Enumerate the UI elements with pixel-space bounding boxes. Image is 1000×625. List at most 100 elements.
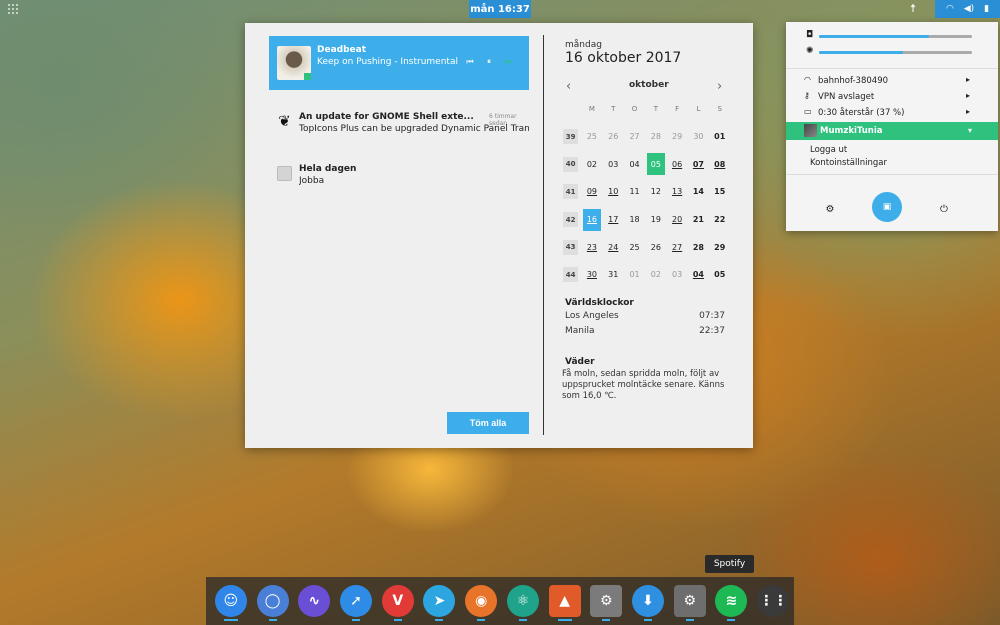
calendar-day[interactable]: 06: [666, 150, 687, 178]
dock-item[interactable]: ➚: [335, 577, 377, 625]
running-indicator: [223, 619, 238, 621]
battery-icon: ▭: [804, 107, 812, 116]
calendar-day[interactable]: 24: [603, 233, 624, 261]
lock-button[interactable]: ▣: [872, 192, 902, 222]
account-settings-item[interactable]: Kontoinställningar: [810, 158, 887, 168]
previous-track-icon[interactable]: ⏮: [464, 57, 476, 67]
day-header: M: [588, 104, 595, 113]
battery-menu-item[interactable]: ▭ 0:30 återstår (37 %) ▸: [804, 107, 988, 121]
world-clock-time: 07:37: [699, 311, 725, 321]
calendar-day[interactable]: 04: [624, 150, 645, 178]
logout-item[interactable]: Logga ut: [810, 145, 847, 155]
avatar: [804, 124, 817, 137]
calendar-day[interactable]: 11: [624, 178, 645, 206]
wifi-menu-item[interactable]: ◠ bahnhof-380490 ▸: [804, 75, 988, 89]
gimp-icon: ▲: [548, 585, 581, 617]
calendar-day[interactable]: 18: [624, 206, 645, 234]
calendar-day[interactable]: 20: [666, 206, 687, 234]
event-title: Hela dagen: [299, 164, 357, 174]
dock: ☺ ◯ ∿ ➚ V ➤ ◉ ⚛ ▲ ⚙ ⬇ ⚙ ≋ ⋮⋮: [206, 577, 794, 625]
player-artist: Deadbeat: [317, 45, 367, 55]
dock-item[interactable]: ▲: [544, 577, 586, 625]
calendar-day[interactable]: 21: [688, 206, 709, 234]
calendar-day[interactable]: 01: [624, 261, 645, 289]
activities-grid-icon[interactable]: [8, 4, 18, 14]
power-off-icon[interactable]: ⏻: [937, 204, 951, 215]
dock-item[interactable]: ◉: [460, 577, 502, 625]
calendar-month: oktober: [629, 80, 669, 90]
calendar-day[interactable]: 26: [645, 233, 666, 261]
system-status-area[interactable]: ◠ ◀) ▮: [935, 0, 1000, 18]
volume-slider[interactable]: ◘: [806, 30, 991, 42]
calendar-day[interactable]: 22: [709, 206, 730, 234]
user-menu-item[interactable]: MumzkiTunia ▾: [786, 122, 998, 140]
calendar-day[interactable]: 28: [645, 123, 666, 151]
calendar-day[interactable]: 29: [709, 233, 730, 261]
panel-divider: [543, 35, 544, 435]
calendar-day-today[interactable]: 05: [645, 150, 666, 178]
dock-item[interactable]: ⬇: [627, 577, 669, 625]
dock-item[interactable]: ≋: [711, 577, 753, 625]
calendar-day[interactable]: 15: [709, 178, 730, 206]
calendar-day[interactable]: 25: [581, 123, 602, 151]
system-menu: ◘ ✺ ◠ bahnhof-380490 ▸ ⚷ VPN avslaget ▸ …: [786, 22, 998, 231]
settings-gear-icon[interactable]: ⚙: [823, 204, 837, 215]
calendar-day[interactable]: 30: [581, 261, 602, 289]
dock-item[interactable]: ☺: [210, 577, 252, 625]
top-bar: mån 16:37 ☨ ◠ ◀) ▮: [0, 0, 1000, 18]
calendar-day[interactable]: 13: [666, 178, 687, 206]
calendar-day[interactable]: 27: [666, 233, 687, 261]
pause-icon[interactable]: ⏸: [483, 57, 495, 67]
calendar-day[interactable]: 23: [581, 233, 602, 261]
calendar-day-selected[interactable]: 16: [581, 206, 602, 234]
dock-item[interactable]: V: [377, 577, 419, 625]
next-track-icon[interactable]: ⏭: [502, 57, 514, 67]
calendar-day[interactable]: 03: [603, 150, 624, 178]
calendar-day[interactable]: 12: [645, 178, 666, 206]
calendar-day[interactable]: 05: [709, 261, 730, 289]
world-clocks-title[interactable]: Världsklockor: [565, 298, 634, 308]
vpn-menu-item[interactable]: ⚷ VPN avslaget ▸: [804, 91, 988, 105]
calendar-day[interactable]: 10: [603, 178, 624, 206]
chevron-right-icon: ▸: [965, 107, 970, 116]
calendar-day[interactable]: 29: [666, 123, 687, 151]
calendar-day[interactable]: 02: [581, 150, 602, 178]
calendar-day[interactable]: 07: [688, 150, 709, 178]
calendar-day[interactable]: 26: [603, 123, 624, 151]
calendar-event-icon: [277, 166, 292, 181]
running-indicator: [268, 619, 277, 621]
dock-item[interactable]: ⋮⋮: [752, 577, 794, 625]
dock-item[interactable]: ⚙: [669, 577, 711, 625]
dock-tooltip: Spotify: [705, 555, 754, 573]
calendar-day[interactable]: 19: [645, 206, 666, 234]
dock-item[interactable]: ⚙: [585, 577, 627, 625]
media-player-notification[interactable]: Deadbeat Keep on Pushing - Instrumental …: [269, 36, 529, 90]
dock-item[interactable]: ➤: [419, 577, 461, 625]
calendar-day[interactable]: 31: [603, 261, 624, 289]
calendar-day[interactable]: 25: [624, 233, 645, 261]
brightness-slider[interactable]: ✺: [806, 46, 991, 58]
weather-description: Få moln, sedan spridda moln, följt av up…: [562, 369, 725, 401]
lock-icon: ▣: [882, 202, 892, 212]
weather-title[interactable]: Väder: [565, 357, 595, 367]
dock-item[interactable]: ∿: [293, 577, 335, 625]
day-header: L: [696, 104, 701, 113]
calendar-day[interactable]: 01: [709, 123, 730, 151]
calendar-day[interactable]: 03: [666, 261, 687, 289]
dock-item[interactable]: ⚛: [502, 577, 544, 625]
clear-all-button[interactable]: Töm alla: [447, 412, 529, 434]
calendar-day[interactable]: 04: [688, 261, 709, 289]
dock-item[interactable]: ◯: [252, 577, 294, 625]
calendar-day[interactable]: 30: [688, 123, 709, 151]
calendar-day[interactable]: 02: [645, 261, 666, 289]
calendar-day[interactable]: 09: [581, 178, 602, 206]
calendar-day[interactable]: 28: [688, 233, 709, 261]
calendar-day[interactable]: 27: [624, 123, 645, 151]
next-month-icon[interactable]: ›: [717, 79, 722, 94]
calendar-day[interactable]: 14: [688, 178, 709, 206]
clock-button[interactable]: mån 16:37: [469, 0, 531, 18]
calendar-day[interactable]: 08: [709, 150, 730, 178]
previous-month-icon[interactable]: ‹: [566, 79, 571, 94]
accessibility-icon[interactable]: ☨: [905, 2, 921, 16]
calendar-day[interactable]: 17: [603, 206, 624, 234]
